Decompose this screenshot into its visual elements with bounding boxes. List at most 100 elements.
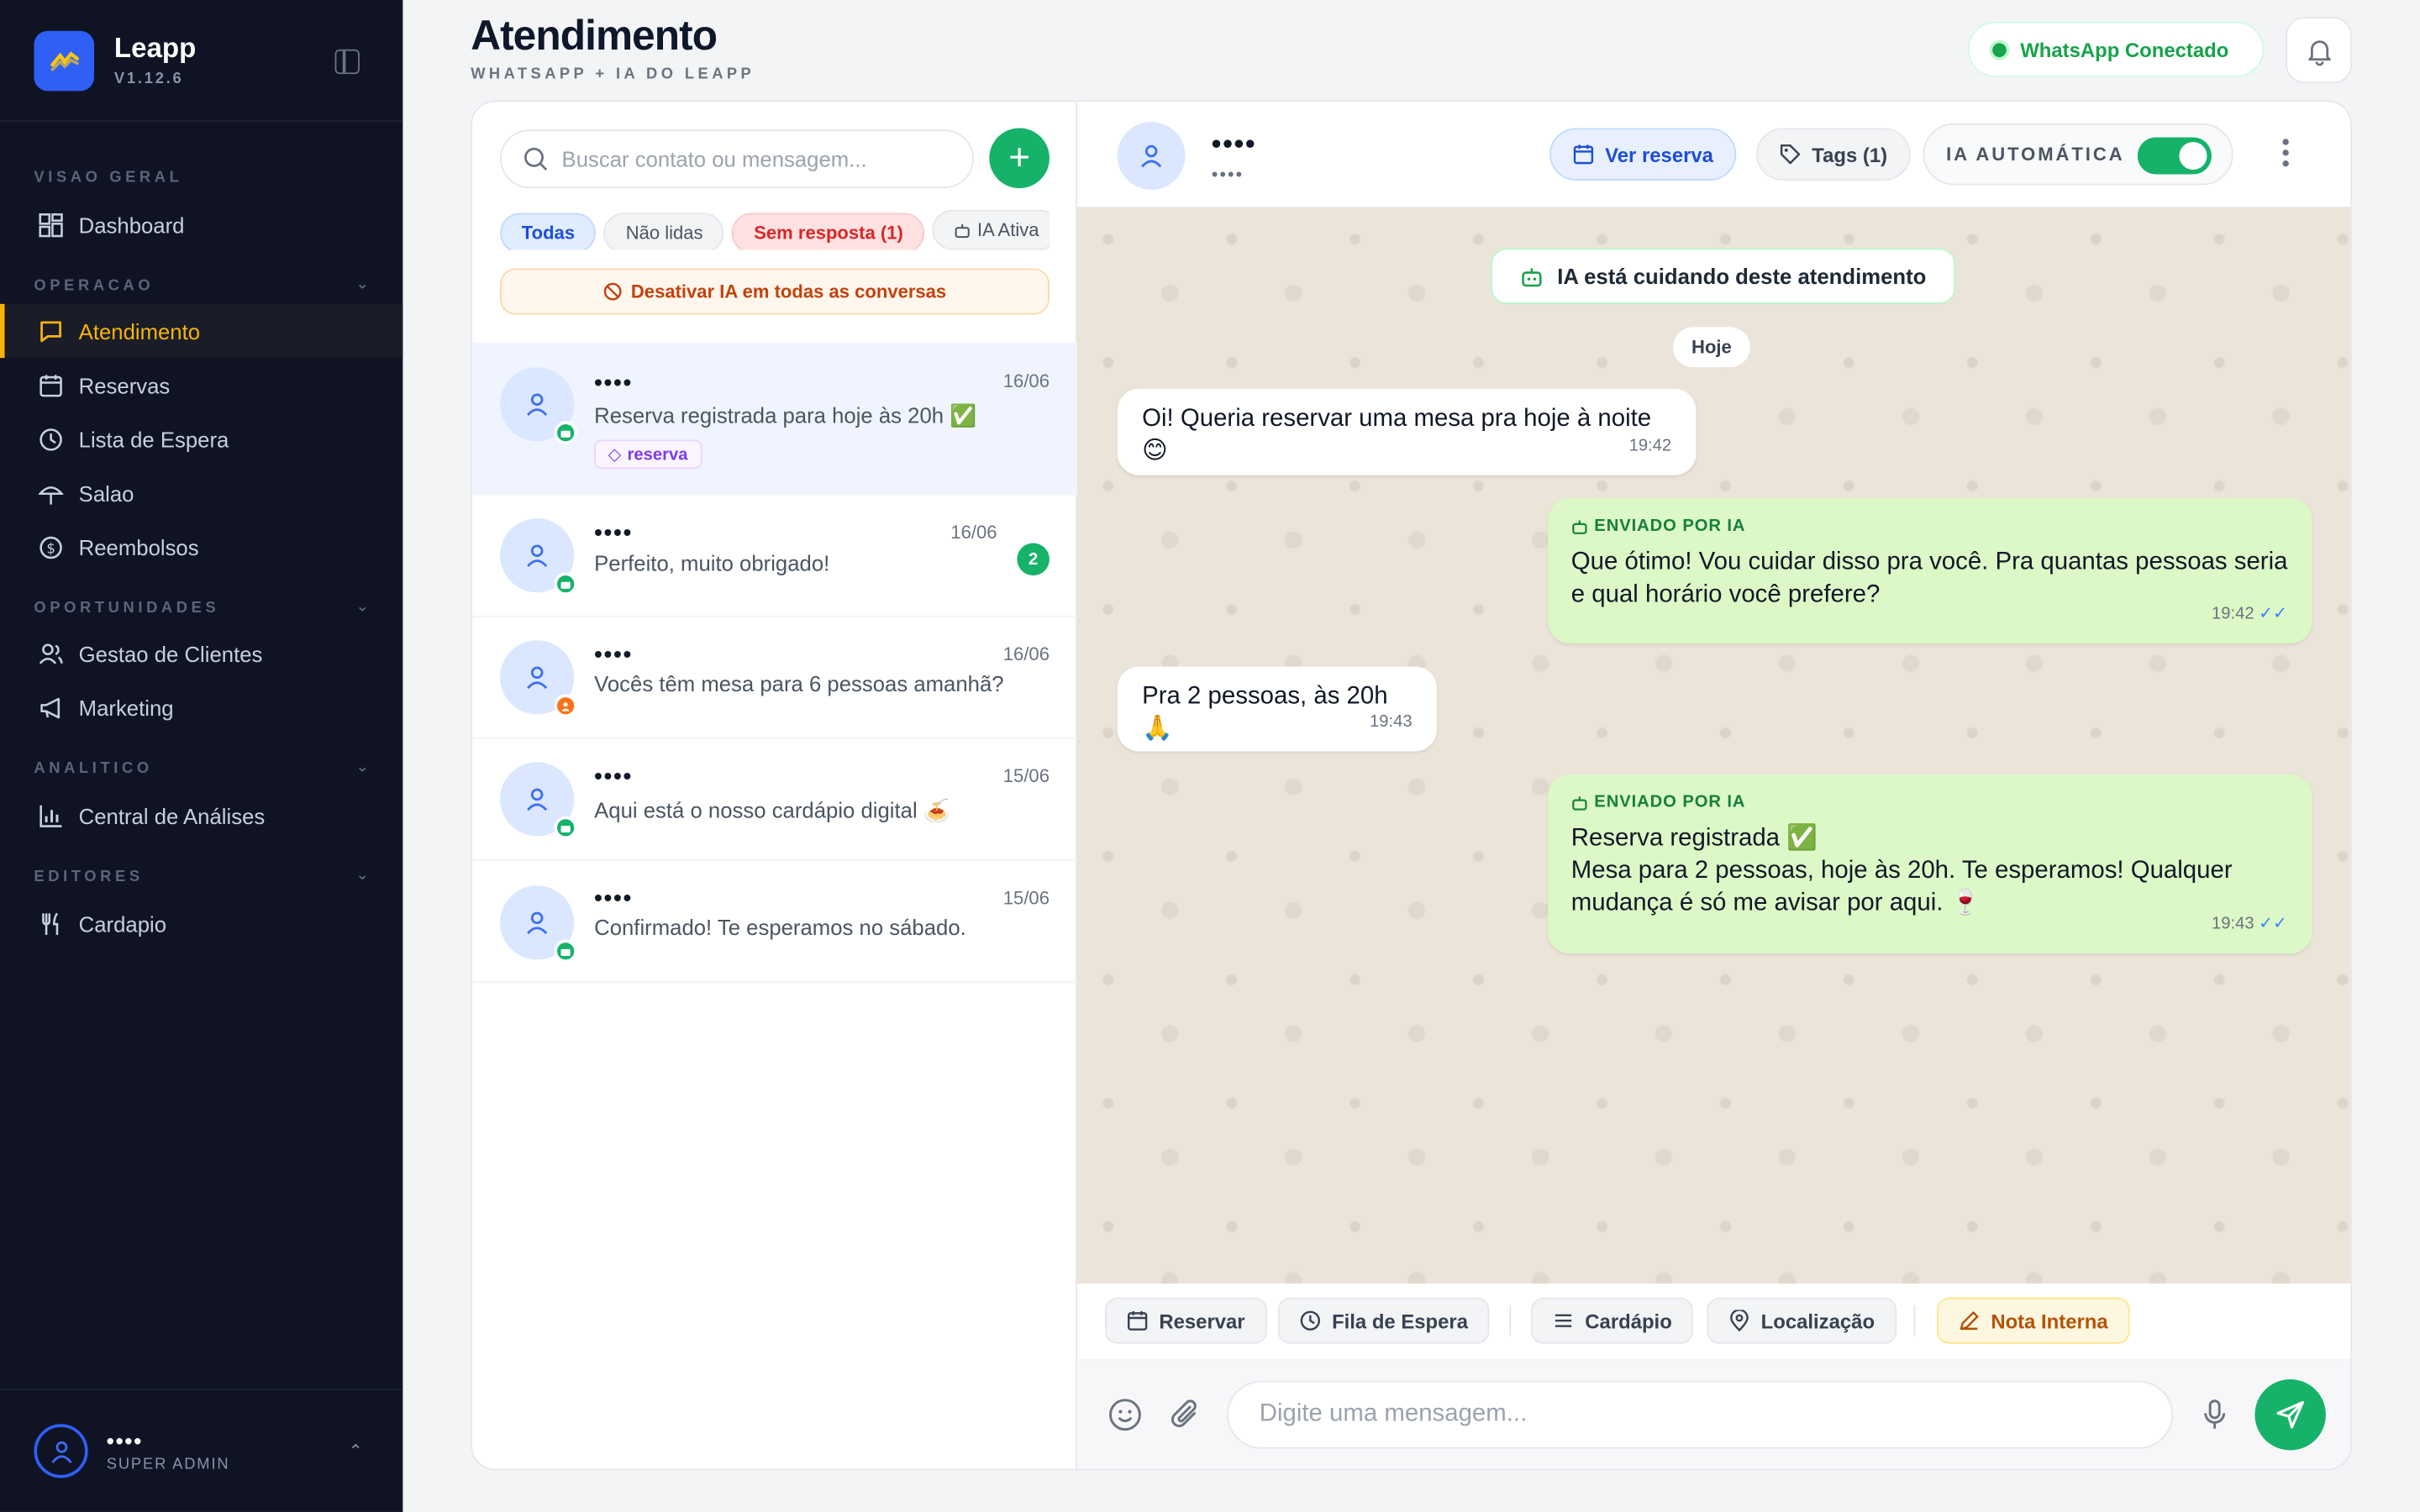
chat-contact-phone: ••••: [1211, 163, 1244, 186]
quick-actions-bar: Reservar Fila de Espera Cardápio Localiz…: [1077, 1284, 2351, 1361]
tags-label: Tags (1): [1812, 142, 1888, 166]
chat-header: •••• •••• Ver reserva Tags (1) IA AUTOMÁ…: [1077, 102, 2351, 208]
tags-button[interactable]: Tags (1): [1756, 128, 1911, 181]
sidebar-item-central-analises[interactable]: Central de Análises: [0, 789, 402, 843]
umbrella-icon: [37, 480, 63, 506]
brand-version: V1.12.6: [113, 71, 184, 88]
double-check-icon: ✓✓: [2259, 915, 2287, 934]
conversation-date: 16/06: [1002, 370, 1050, 392]
fork-knife-icon: [37, 911, 63, 937]
chat-panel: •••• •••• Ver reserva Tags (1) IA AUTOMÁ…: [1077, 102, 2351, 1469]
chevron-down-icon: ⌄: [355, 276, 369, 293]
avatar: [500, 518, 577, 596]
quick-nota-interna-button[interactable]: Nota Interna: [1937, 1297, 2130, 1344]
robot-icon: [1520, 265, 1544, 288]
nav-section-operacao[interactable]: OPERACAO ⌄: [34, 276, 369, 295]
message-bubble-incoming[interactable]: Pra 2 pessoas, às 20h🙏 19:43: [1117, 666, 1437, 752]
filter-ia-ativa[interactable]: IA Ativa: [932, 209, 1050, 250]
conversation-item[interactable]: •••• 15/06 Confirmado! Te esperamos no s…: [472, 861, 1078, 983]
message-bubble-outgoing[interactable]: ENVIADO POR IA Que ótimo! Vou cuidar dis…: [1548, 498, 2312, 643]
quick-cardapio-button[interactable]: Cardápio: [1531, 1297, 1694, 1344]
ia-automatic-control: IA AUTOMÁTICA: [1923, 123, 2233, 186]
filter-sem-resposta[interactable]: Sem resposta (1): [732, 212, 925, 250]
robot-icon: [1571, 518, 1588, 535]
message-bubble-incoming[interactable]: Oi! Queria reservar uma mesa pra hoje à …: [1117, 388, 1697, 475]
notifications-button[interactable]: [2286, 17, 2353, 84]
conversation-date: 15/06: [1002, 887, 1050, 909]
robot-badge-icon: [554, 572, 577, 596]
quick-localizacao-button[interactable]: Localização: [1707, 1297, 1897, 1344]
nav-section-editores[interactable]: EDITORES ⌄: [34, 867, 369, 885]
sidebar-item-gestao-clientes[interactable]: Gestao de Clientes: [0, 627, 402, 680]
filter-chips: Todas Não lidas Sem resposta (1) IA Ativa: [500, 209, 1050, 250]
conversation-item[interactable]: •••• 16/06 Vocês têm mesa para 6 pessoas…: [472, 617, 1078, 739]
nav-section-analitico[interactable]: ANALITICO ⌄: [34, 759, 369, 778]
sidebar-item-marketing[interactable]: Marketing: [0, 680, 402, 734]
sidebar-item-dashboard[interactable]: Dashboard: [0, 197, 402, 251]
more-options-icon[interactable]: [2281, 139, 2291, 170]
nav-section-label: OPERACAO: [34, 277, 155, 295]
sidebar-item-atendimento[interactable]: Atendimento: [0, 303, 403, 359]
sidebar-collapse-icon[interactable]: [334, 49, 360, 75]
conversation-item[interactable]: •••• 16/06 Reserva registrada para hoje …: [472, 342, 1078, 496]
search-icon: [524, 147, 548, 171]
quick-fila-espera-button[interactable]: Fila de Espera: [1277, 1297, 1490, 1344]
conversation-preview: Vocês têm mesa para 6 pessoas amanhã?: [594, 670, 1004, 696]
new-conversation-button[interactable]: +: [989, 128, 1050, 189]
sidebar-item-cardapio[interactable]: Cardapio: [0, 896, 402, 950]
avatar: [34, 1424, 88, 1478]
sent-by-ai-label: ENVIADO POR IA: [1571, 787, 2289, 820]
ia-status-banner: IA está cuidando deste atendimento: [1491, 248, 1956, 304]
sidebar-item-salao[interactable]: Salao: [0, 466, 402, 520]
disable-ai-label: Desativar IA em todas as conversas: [630, 281, 947, 302]
sidebar-item-label: Reservas: [78, 372, 171, 397]
quick-reservar-button[interactable]: Reservar: [1105, 1297, 1267, 1344]
sidebar-item-reembolsos[interactable]: $ Reembolsos: [0, 520, 402, 574]
plus-icon: +: [1008, 136, 1030, 179]
user-icon: [527, 788, 548, 811]
sidebar-item-label: Dashboard: [78, 212, 185, 237]
chevron-up-icon: ⌃: [348, 1442, 363, 1462]
sidebar-item-label: Lista de Espera: [78, 426, 229, 452]
user-menu[interactable]: •••• SUPER ADMIN ⌃: [0, 1389, 403, 1512]
robot-icon: [955, 223, 971, 238]
filter-nao-lidas[interactable]: Não lidas: [603, 212, 725, 250]
message-text: Reserva registrada ✅: [1570, 825, 1818, 852]
filter-label: IA Ativa: [976, 218, 1039, 241]
microphone-icon[interactable]: [2196, 1396, 2233, 1433]
filter-todas[interactable]: Todas: [500, 212, 597, 250]
quick-action-label: Cardápio: [1585, 1309, 1672, 1332]
sidebar-item-reservas[interactable]: Reservas: [0, 358, 402, 412]
sent-by-ai-text: ENVIADO POR IA: [1594, 517, 1746, 536]
sidebar-item-lista-espera[interactable]: Lista de Espera: [0, 412, 402, 465]
contact-name: ••••: [594, 885, 634, 912]
bar-chart-icon: [37, 802, 63, 828]
message-composer: Digite uma mensagem...: [1077, 1360, 2351, 1469]
avatar[interactable]: [1117, 122, 1186, 190]
message-time: 19:43: [1370, 712, 1413, 732]
ia-status-text: IA está cuidando deste atendimento: [1557, 264, 1927, 289]
message-input[interactable]: Digite uma mensagem...: [1227, 1380, 2174, 1449]
message-meta: 19:42 ✓✓: [2212, 599, 2287, 632]
whatsapp-status-badge[interactable]: WhatsApp Conectado: [1967, 21, 2265, 77]
nav-section-oportunidades[interactable]: OPORTUNIDADES ⌄: [34, 599, 369, 617]
attachment-icon[interactable]: [1167, 1396, 1204, 1433]
nav-section-label: ANALITICO: [34, 760, 153, 778]
sent-by-ai-text: ENVIADO POR IA: [1594, 793, 1746, 812]
message-bubble-outgoing[interactable]: ENVIADO POR IA Reserva registrada ✅ Mesa…: [1548, 774, 2312, 954]
conversation-item[interactable]: •••• 15/06 Aqui está o nosso cardápio di…: [472, 739, 1078, 861]
avatar: [500, 640, 577, 718]
users-icon: [37, 640, 63, 666]
message-meta: 19:43 ✓✓: [2212, 909, 2287, 942]
page-subtitle: WHATSAPP + IA DO LEAPP: [471, 66, 755, 84]
conversation-preview: Perfeito, muito obrigado!: [594, 550, 830, 576]
ia-automatic-toggle[interactable]: [2137, 137, 2212, 175]
message-time: 19:43: [2212, 915, 2254, 934]
disable-ai-all-button[interactable]: Desativar IA em todas as conversas: [500, 268, 1050, 315]
emoji-icon[interactable]: [1107, 1396, 1144, 1433]
send-button[interactable]: [2254, 1379, 2326, 1451]
human-badge-icon: [554, 694, 577, 718]
conversation-item[interactable]: •••• 16/06 Perfeito, muito obrigado! 2: [472, 496, 1078, 617]
view-reservation-button[interactable]: Ver reserva: [1549, 128, 1737, 181]
search-input[interactable]: Buscar contato ou mensagem...: [500, 129, 974, 189]
